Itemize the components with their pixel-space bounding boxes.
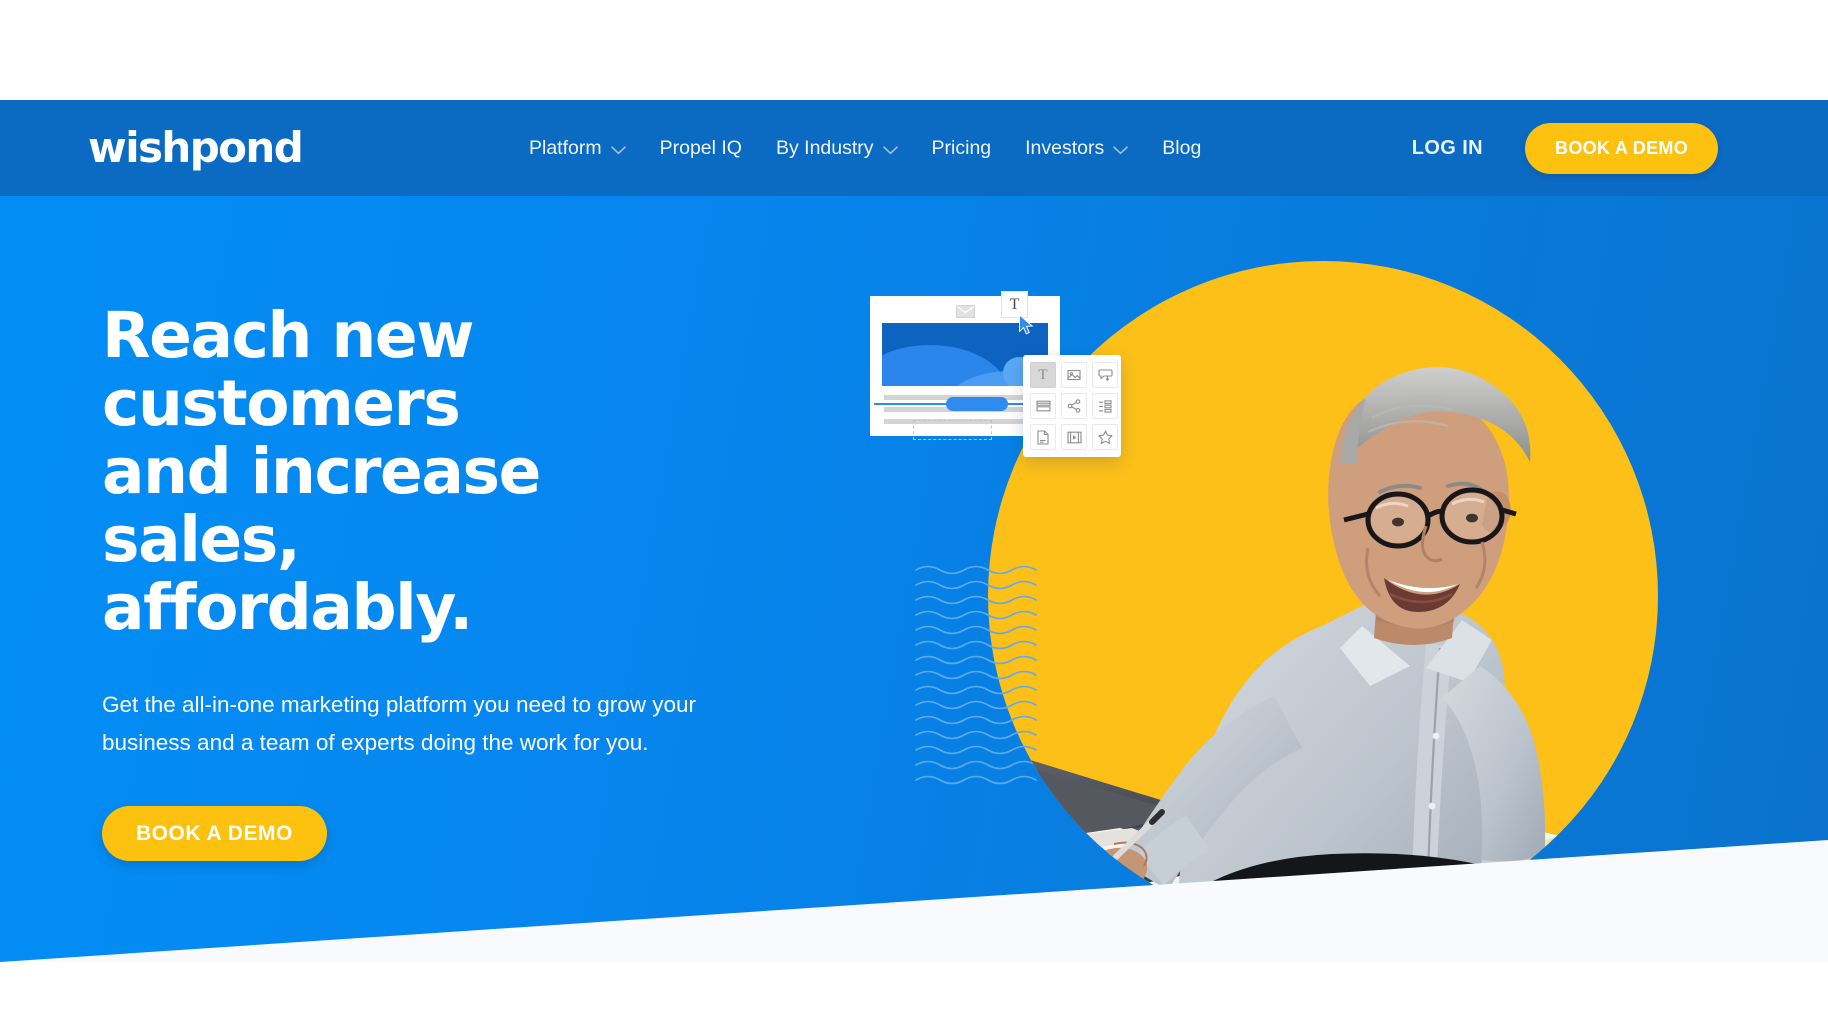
- nav-label-blog: Blog: [1162, 137, 1202, 159]
- nav-item-investors[interactable]: Investors: [1008, 100, 1145, 196]
- image-icon: [1067, 368, 1081, 382]
- chevron-down-icon: [882, 145, 898, 155]
- text-t-icon: T: [1038, 366, 1048, 383]
- book-a-demo-button-hero[interactable]: BOOK A DEMO: [102, 806, 327, 861]
- nav-item-pricing[interactable]: Pricing: [915, 100, 1009, 196]
- palette-share-tool[interactable]: [1061, 393, 1087, 419]
- palette-button-tool[interactable]: [1030, 393, 1056, 419]
- hero-illustration: T T: [870, 196, 1828, 962]
- nav-item-blog[interactable]: Blog: [1145, 100, 1218, 196]
- nav-label-investors: Investors: [1025, 137, 1105, 159]
- editor-tool-palette: T: [1023, 355, 1121, 457]
- nav-label-platform: Platform: [529, 137, 602, 159]
- palette-callout-tool[interactable]: [1092, 362, 1118, 388]
- book-a-demo-button-header[interactable]: BOOK A DEMO: [1525, 122, 1718, 174]
- palette-document-tool[interactable]: [1030, 424, 1056, 450]
- hero-headline: Reach new customers and increase sales, …: [102, 299, 541, 644]
- nav-label-pricing: Pricing: [931, 137, 992, 159]
- hero-section: T T Reach new customers and increase sal…: [0, 196, 1828, 962]
- mouse-pointer-icon: [1018, 313, 1035, 341]
- wavy-lines-decoration: [915, 565, 1037, 785]
- site-header: wishpond Platform Propel IQ By Industry …: [0, 100, 1828, 196]
- nav-item-by-industry[interactable]: By Industry: [759, 100, 915, 196]
- header-actions: LOG IN BOOK A DEMO: [1412, 100, 1718, 196]
- palette-video-tool[interactable]: [1061, 424, 1087, 450]
- hero-subheadline: Get the all-in-one marketing platform yo…: [102, 692, 697, 755]
- wishpond-logo[interactable]: wishpond: [88, 122, 304, 174]
- nav-label-propel-iq: Propel IQ: [659, 137, 742, 159]
- chevron-down-icon: [1113, 145, 1129, 155]
- nav-item-propel-iq[interactable]: Propel IQ: [643, 100, 759, 196]
- chevron-down-icon: [610, 145, 626, 155]
- nav-item-platform[interactable]: Platform: [512, 100, 643, 196]
- top-white-strip: [0, 0, 1828, 100]
- hero-copy: Reach new customers and increase sales, …: [102, 302, 742, 861]
- star-icon: [1097, 430, 1113, 444]
- nav-label-by-industry: By Industry: [775, 137, 874, 159]
- palette-text-tool[interactable]: T: [1030, 362, 1056, 388]
- palette-favorite-tool[interactable]: [1092, 424, 1118, 450]
- main-navigation: Platform Propel IQ By Industry Pricing I…: [512, 100, 1218, 196]
- share-icon: [1067, 399, 1081, 413]
- sliders-icon: [1098, 399, 1112, 413]
- speech-bubble-icon: [1097, 368, 1113, 382]
- palette-settings-tool[interactable]: [1092, 393, 1118, 419]
- document-icon: [1037, 429, 1049, 445]
- stacked-bars-icon: [1035, 400, 1051, 412]
- page-root: wishpond Platform Propel IQ By Industry …: [0, 0, 1828, 1028]
- palette-image-tool[interactable]: [1061, 362, 1087, 388]
- mockup-cta-pill: [946, 397, 1008, 411]
- mockup-dropzone: [913, 420, 992, 440]
- video-icon: [1066, 431, 1082, 444]
- login-link[interactable]: LOG IN: [1412, 137, 1525, 160]
